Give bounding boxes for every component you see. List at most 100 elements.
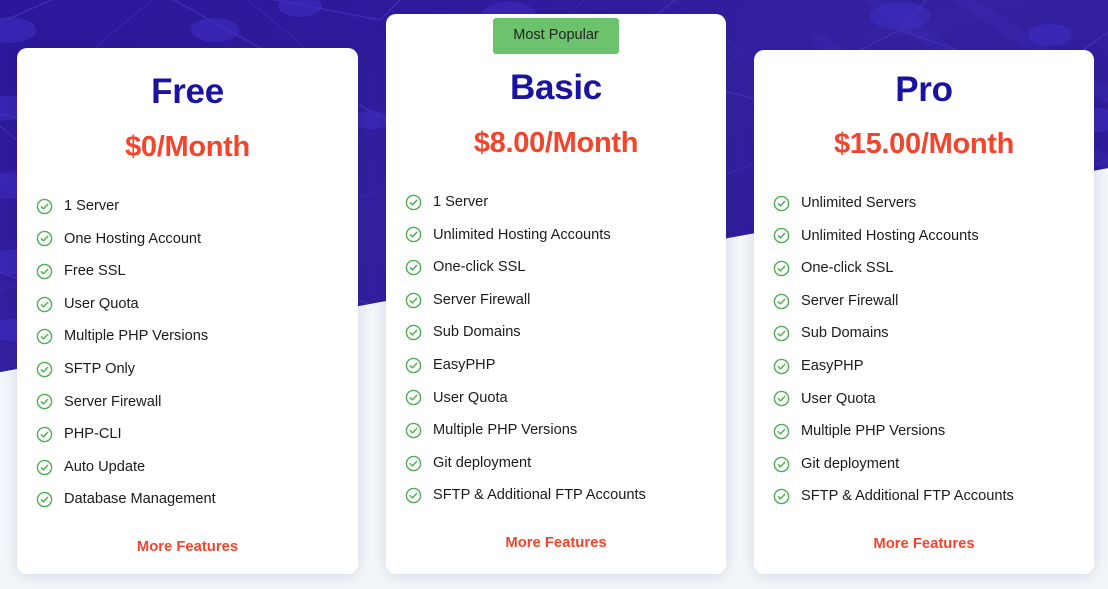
check-circle-icon: [405, 455, 422, 471]
feature-label: 1 Server: [433, 194, 489, 210]
feature-item: SFTP & Additional FTP Accounts: [773, 480, 1094, 513]
feature-label: One Hosting Account: [64, 230, 202, 247]
feature-label: Server Firewall: [801, 292, 899, 309]
plan-price: $8.00/Month: [473, 127, 639, 159]
more-features-link[interactable]: More Features: [754, 536, 1094, 552]
check-circle-icon: [773, 195, 790, 212]
check-circle-icon: [773, 358, 790, 375]
feature-label: Sub Domains: [433, 324, 521, 341]
check-circle-icon: [405, 357, 422, 374]
feature-item: User Quota: [773, 383, 1094, 416]
feature-item: User Quota: [405, 382, 726, 415]
feature-item: Git deployment: [773, 448, 1094, 481]
feature-label: User Quota: [433, 389, 508, 406]
check-circle-icon: [36, 361, 53, 378]
check-circle-icon: [773, 456, 790, 472]
feature-label: Auto Update: [64, 458, 146, 475]
check-circle-icon: [36, 296, 53, 312]
check-circle-icon: [36, 231, 53, 247]
plan-name: Pro: [895, 70, 953, 109]
pricing-card-free[interactable]: Free $0/Month 1 Server One Hosting Accou…: [17, 48, 358, 574]
check-circle-icon: [36, 426, 53, 443]
feature-label: User Quota: [64, 295, 139, 312]
check-circle-icon: [36, 263, 53, 280]
check-circle-icon: [773, 423, 790, 440]
plan-price: $15.00/Month: [833, 128, 1015, 160]
check-circle-icon: [405, 259, 422, 276]
feature-item: One Hosting Account: [36, 223, 358, 256]
feature-list: Unlimited Servers Unlimited Hosting Acco…: [754, 187, 1094, 513]
feature-label: SFTP & Additional FTP Accounts: [433, 487, 646, 504]
feature-label: Server Firewall: [64, 393, 162, 410]
feature-label: One-click SSL: [433, 259, 526, 276]
check-circle-icon: [773, 391, 790, 407]
feature-item: Sub Domains: [405, 316, 726, 349]
feature-item: Multiple PHP Versions: [36, 320, 358, 353]
feature-label: Sub Domains: [801, 325, 889, 342]
check-circle-icon: [405, 324, 422, 341]
feature-label: Database Management: [64, 491, 216, 508]
feature-label: 1 Server: [64, 198, 120, 214]
feature-item: One-click SSL: [405, 251, 726, 284]
pricing-card-basic[interactable]: Most Popular Basic $8.00/Month 1 Server …: [386, 14, 726, 574]
feature-label: Multiple PHP Versions: [433, 422, 578, 439]
feature-label: Multiple PHP Versions: [801, 423, 946, 440]
feature-item: One-click SSL: [773, 252, 1094, 285]
more-features-link[interactable]: More Features: [386, 535, 726, 551]
feature-item: 1 Server: [405, 186, 726, 219]
feature-item: Multiple PHP Versions: [405, 414, 726, 447]
feature-item: EasyPHP: [405, 349, 726, 382]
feature-label: SFTP Only: [64, 360, 136, 377]
feature-item: Auto Update: [36, 451, 358, 484]
feature-item: Database Management: [36, 483, 358, 516]
check-circle-icon: [36, 491, 53, 508]
check-circle-icon: [36, 459, 53, 475]
pricing-card-pro[interactable]: Pro $15.00/Month Unlimited Servers Unlim…: [754, 50, 1094, 574]
check-circle-icon: [36, 198, 53, 215]
feature-item: SFTP Only: [36, 353, 358, 386]
feature-item: Unlimited Servers: [773, 187, 1094, 220]
feature-label: Multiple PHP Versions: [64, 328, 209, 345]
feature-label: Unlimited Servers: [801, 195, 917, 211]
feature-item: Server Firewall: [36, 386, 358, 419]
check-circle-icon: [36, 328, 53, 345]
feature-item: PHP-CLI: [36, 418, 358, 451]
feature-item: SFTP & Additional FTP Accounts: [405, 479, 726, 512]
plan-price: $0/Month: [125, 131, 250, 163]
feature-label: Git deployment: [433, 454, 532, 471]
feature-label: PHP-CLI: [64, 426, 122, 443]
feature-item: User Quota: [36, 288, 358, 321]
badge-row: Most Popular: [386, 14, 726, 54]
feature-item: EasyPHP: [773, 350, 1094, 383]
feature-item: Unlimited Hosting Accounts: [405, 219, 726, 252]
feature-item: Server Firewall: [773, 285, 1094, 318]
feature-label: Free SSL: [64, 263, 126, 280]
more-features-link[interactable]: More Features: [17, 539, 358, 555]
feature-label: EasyPHP: [433, 356, 496, 373]
check-circle-icon: [405, 194, 422, 211]
feature-item: Git deployment: [405, 447, 726, 480]
most-popular-badge: Most Popular: [493, 18, 619, 54]
feature-label: Unlimited Hosting Accounts: [801, 227, 979, 244]
feature-label: Server Firewall: [433, 291, 531, 308]
pricing-cards-container: Free $0/Month 1 Server One Hosting Accou…: [0, 0, 1108, 589]
check-circle-icon: [405, 227, 422, 243]
check-circle-icon: [773, 228, 790, 244]
check-circle-icon: [405, 487, 422, 504]
feature-item: 1 Server: [36, 190, 358, 223]
plan-name: Basic: [510, 68, 602, 107]
check-circle-icon: [773, 325, 790, 342]
check-circle-icon: [773, 293, 790, 309]
feature-item: Sub Domains: [773, 317, 1094, 350]
feature-label: Git deployment: [801, 455, 900, 472]
feature-item: Free SSL: [36, 255, 358, 288]
feature-list: 1 Server Unlimited Hosting Accounts One-…: [386, 186, 726, 512]
check-circle-icon: [405, 390, 422, 406]
feature-label: Unlimited Hosting Accounts: [433, 226, 611, 243]
feature-list: 1 Server One Hosting Account Free SSL Us…: [17, 190, 358, 516]
feature-label: User Quota: [801, 390, 876, 407]
feature-label: One-click SSL: [801, 260, 894, 277]
feature-item: Unlimited Hosting Accounts: [773, 220, 1094, 253]
feature-label: EasyPHP: [801, 357, 864, 374]
check-circle-icon: [405, 292, 422, 308]
